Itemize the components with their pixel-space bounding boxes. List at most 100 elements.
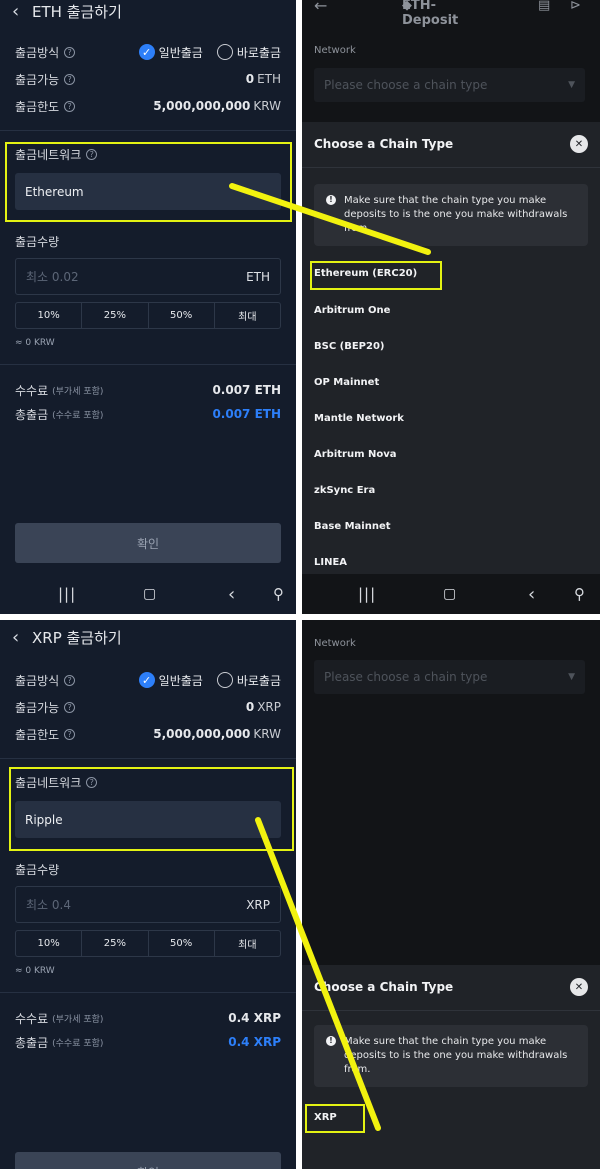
- chain-option[interactable]: LINEA: [314, 557, 347, 568]
- total-sub: (수수료 포함): [52, 1038, 104, 1049]
- limit-value: 5,000,000,000 KRW: [153, 727, 281, 741]
- page-title: XRP 출금하기: [32, 628, 122, 647]
- help-icon[interactable]: ?: [64, 73, 76, 85]
- pct-25-button[interactable]: 25%: [82, 931, 149, 956]
- method-normal-label[interactable]: 일반출금: [159, 44, 203, 61]
- android-nav-bar: ||| ▢ ‹ ⚲: [0, 574, 296, 614]
- checked-radio-icon[interactable]: ✓: [138, 672, 155, 688]
- pct-max-button[interactable]: 최대: [215, 931, 280, 956]
- help-icon[interactable]: ?: [64, 728, 76, 740]
- back-icon[interactable]: ‹: [12, 1, 19, 22]
- checked-radio-icon[interactable]: ✓: [138, 44, 155, 60]
- withdraw-method-row: 출금방식? ✓ 일반출금 바로출금: [15, 42, 281, 62]
- pct-10-button[interactable]: 10%: [16, 931, 83, 956]
- history-icon[interactable]: ▤: [538, 0, 550, 13]
- confirm-button[interactable]: 확인: [15, 523, 281, 563]
- total-value: 0.007 ETH: [212, 407, 281, 421]
- network-placeholder: Please choose a chain type: [324, 78, 488, 92]
- method-label: 출금방식: [15, 45, 60, 60]
- divider: [0, 364, 296, 365]
- chain-option[interactable]: Mantle Network: [314, 413, 404, 424]
- recent-apps-icon[interactable]: |||: [58, 585, 76, 603]
- back-nav-icon[interactable]: ‹: [228, 584, 235, 605]
- limit-row: 출금한도? 5,000,000,000 KRW: [15, 724, 281, 744]
- highlight-box: [5, 142, 292, 222]
- recent-apps-icon[interactable]: |||: [358, 585, 376, 603]
- available-row: 출금가능? 0 ETH: [15, 69, 281, 89]
- accessibility-icon[interactable]: ⚲: [273, 585, 284, 603]
- network-placeholder: Please choose a chain type: [324, 670, 488, 684]
- chevron-down-icon: ▼: [568, 672, 575, 682]
- method-instant-label[interactable]: 바로출금: [237, 44, 281, 61]
- approx-krw: ≈ 0 KRW: [15, 966, 55, 976]
- home-icon[interactable]: ▢: [143, 586, 156, 602]
- network-select[interactable]: Please choose a chain type ▼: [314, 660, 585, 694]
- accessibility-icon[interactable]: ⚲: [574, 585, 585, 603]
- close-icon[interactable]: ✕: [570, 978, 588, 996]
- chain-option[interactable]: BSC (BEP20): [314, 341, 384, 352]
- limit-value: 5,000,000,000 KRW: [153, 99, 281, 113]
- fee-sub: (부가세 포함): [52, 1014, 104, 1025]
- method-instant-label[interactable]: 바로출금: [237, 672, 281, 689]
- available-value: 0 XRP: [245, 700, 281, 714]
- highlight-box: [305, 1104, 365, 1133]
- xrp-withdraw-header: ‹ XRP 출금하기: [0, 626, 296, 648]
- sheet-title: Choose a Chain Type: [314, 137, 454, 151]
- limit-row: 출금한도? 5,000,000,000 KRW: [15, 96, 281, 116]
- fee-value: 0.4 XRP: [228, 1011, 281, 1025]
- help-icon[interactable]: ?: [64, 46, 76, 58]
- help-icon[interactable]: ?: [64, 701, 76, 713]
- chain-type-sheet: Choose a Chain Type ✕ ! Make sure that t…: [302, 965, 600, 1169]
- amount-input[interactable]: 최소 0.4 XRP: [15, 886, 281, 923]
- pct-25-button[interactable]: 25%: [82, 303, 149, 328]
- available-row: 출금가능? 0 XRP: [15, 697, 281, 717]
- play-icon[interactable]: ⊳: [570, 0, 581, 13]
- chain-type-sheet: Choose a Chain Type ✕ ! Make sure that t…: [302, 122, 600, 574]
- sheet-title: Choose a Chain Type: [314, 980, 454, 994]
- chain-option[interactable]: Base Mainnet: [314, 521, 391, 532]
- unchecked-radio-icon[interactable]: [216, 44, 233, 60]
- pct-50-button[interactable]: 50%: [149, 303, 215, 328]
- amount-input[interactable]: 최소 0.02 ETH: [15, 258, 281, 295]
- eth-withdraw-header: ‹ ETH 출금하기: [0, 0, 296, 22]
- info-icon: !: [326, 1036, 336, 1046]
- available-value: 0 ETH: [245, 72, 281, 86]
- chain-option[interactable]: OP Mainnet: [314, 377, 379, 388]
- fee-label: 수수료: [15, 1011, 49, 1026]
- network-label: Network: [314, 638, 356, 649]
- pct-max-button[interactable]: 최대: [215, 303, 280, 328]
- amount-unit: ETH: [246, 269, 270, 284]
- divider: [302, 167, 600, 168]
- network-select[interactable]: Please choose a chain type ▼: [314, 68, 585, 102]
- close-icon[interactable]: ✕: [570, 135, 588, 153]
- notice-text: Make sure that the chain type you make d…: [344, 195, 568, 234]
- amount-placeholder: 최소 0.4: [26, 898, 71, 912]
- pct-50-button[interactable]: 50%: [149, 931, 215, 956]
- home-icon[interactable]: ▢: [443, 586, 456, 602]
- fee-value: 0.007 ETH: [212, 383, 281, 397]
- back-icon[interactable]: ‹: [12, 627, 19, 648]
- total-label: 총출금: [15, 407, 49, 422]
- notice-text: Make sure that the chain type you make d…: [344, 1036, 568, 1075]
- available-label: 출금가능: [15, 72, 60, 87]
- method-normal-label[interactable]: 일반출금: [159, 672, 203, 689]
- unchecked-radio-icon[interactable]: [216, 672, 233, 688]
- chain-option[interactable]: Arbitrum One: [314, 305, 390, 316]
- help-icon[interactable]: ?: [64, 100, 76, 112]
- pct-10-button[interactable]: 10%: [16, 303, 83, 328]
- chain-option[interactable]: Arbitrum Nova: [314, 449, 397, 460]
- total-row: 총출금 (수수료 포함) 0.4 XRP: [15, 1032, 281, 1052]
- help-icon[interactable]: ?: [64, 674, 76, 686]
- confirm-button[interactable]: 확인: [15, 1152, 281, 1169]
- divider: [0, 130, 296, 131]
- chain-notice: ! Make sure that the chain type you make…: [314, 1025, 588, 1087]
- chain-option[interactable]: zkSync Era: [314, 485, 375, 496]
- method-radio-group: ✓ 일반출금 바로출금: [138, 44, 281, 61]
- back-nav-icon[interactable]: ‹: [528, 584, 535, 605]
- back-icon[interactable]: ←: [314, 0, 327, 15]
- available-label: 출금가능: [15, 700, 60, 715]
- approx-krw: ≈ 0 KRW: [15, 338, 55, 348]
- divider: [0, 992, 296, 993]
- chain-notice: ! Make sure that the chain type you make…: [314, 184, 588, 246]
- limit-label: 출금한도: [15, 99, 60, 114]
